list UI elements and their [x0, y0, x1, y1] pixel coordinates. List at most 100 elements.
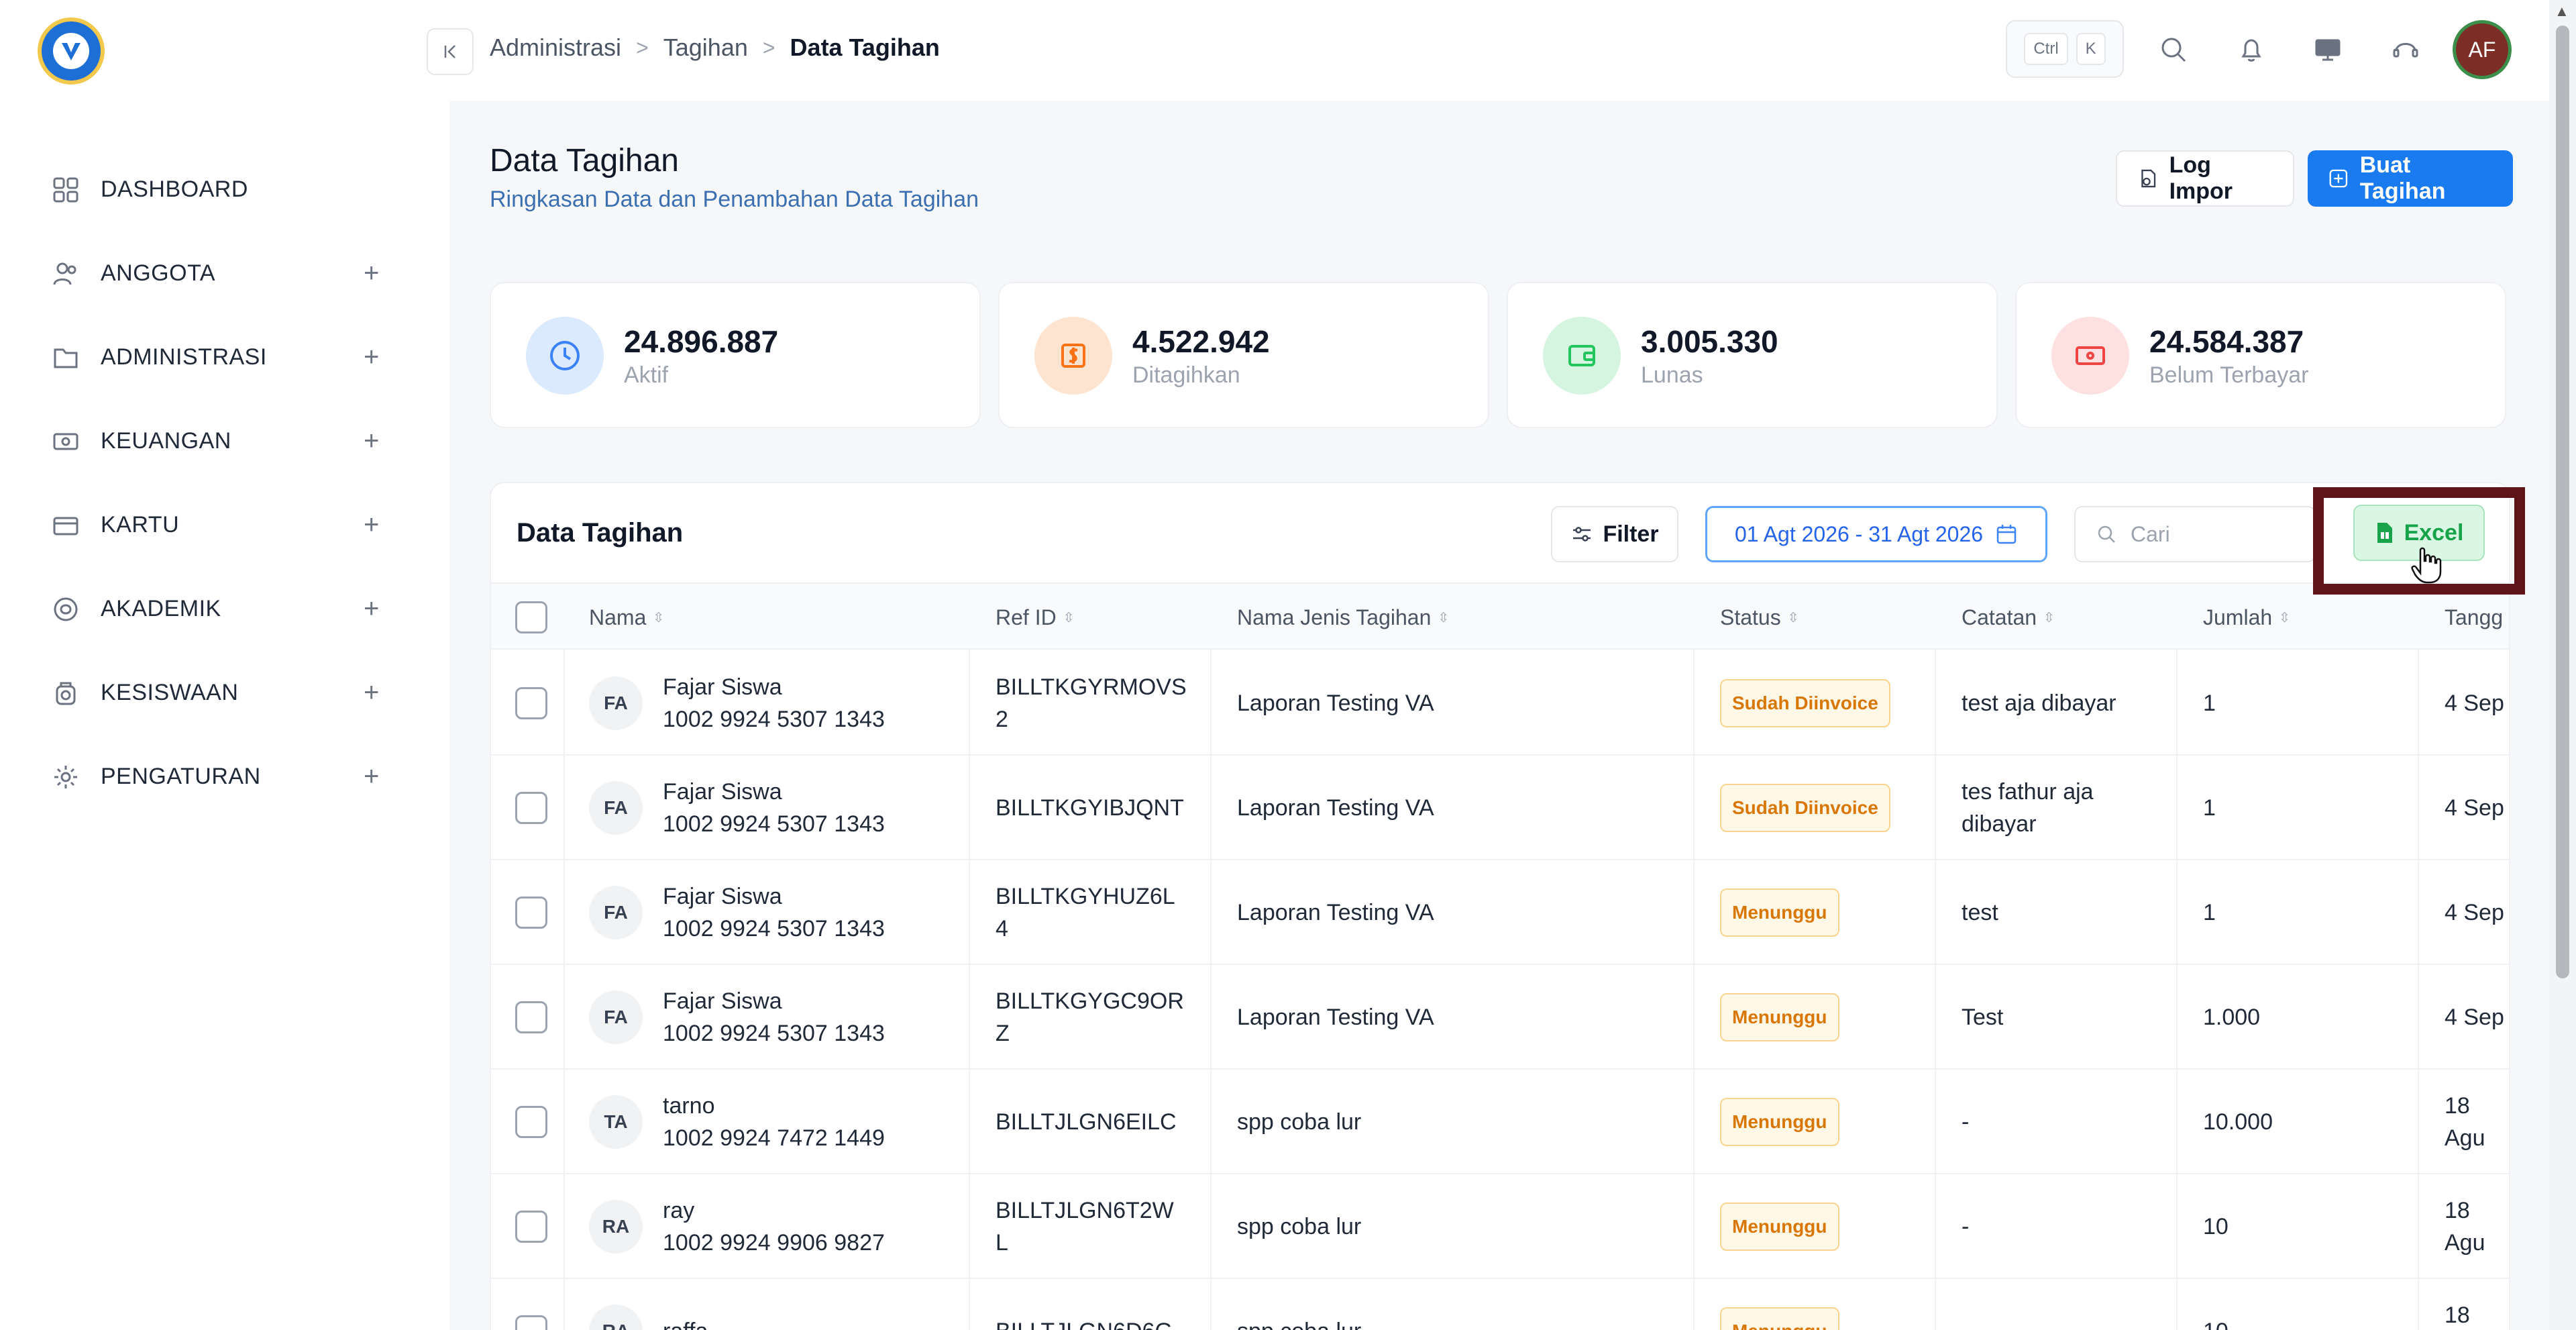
member-number: 1002 9924 7472 1449: [663, 1125, 885, 1151]
command-palette-shortcut[interactable]: Ctrl K: [2006, 20, 2124, 78]
expand-plus-icon[interactable]: +: [364, 678, 379, 708]
column-header-nama[interactable]: Nama ⇳: [589, 584, 664, 651]
amount-cell: 1: [2203, 795, 2216, 821]
table-row[interactable]: TA tarno 1002 9924 7472 1449 BILLTJLGN6EILC…: [491, 1070, 2509, 1174]
sort-icon: ⇳: [1787, 610, 1799, 625]
breadcrumb: Administrasi > Tagihan > Data Tagihan: [490, 34, 940, 62]
sort-icon: ⇳: [2043, 610, 2055, 625]
table-row[interactable]: FA Fajar Siswa 1002 9924 5307 1343 BILLTKGY…: [491, 756, 2509, 860]
amount-cell: 1: [2203, 900, 2216, 925]
gear-icon: [51, 762, 80, 792]
column-header-ref-id[interactable]: Ref ID ⇳: [996, 584, 1074, 651]
table-row[interactable]: RA ray 1002 9924 9906 9827 BILLTJLGN6T2W Lsp…: [491, 1174, 2509, 1279]
support-icon[interactable]: [2385, 30, 2426, 70]
expand-plus-icon[interactable]: +: [364, 342, 379, 372]
table-row[interactable]: FA Fajar Siswa 1002 9924 5307 1343 BILLTKGY…: [491, 651, 2509, 756]
expand-plus-icon[interactable]: +: [364, 258, 379, 289]
sidebar-item-dashboard[interactable]: DASHBOARD: [0, 148, 449, 232]
sidebar-item-kartu[interactable]: KARTU +: [0, 483, 449, 567]
ref-id-line1: BILLTKGYGC9OR: [996, 988, 1184, 1014]
expand-plus-icon[interactable]: +: [364, 510, 379, 540]
note-cell: tes fathur aja dibayar: [1962, 756, 2176, 860]
avatar: FA: [589, 781, 643, 835]
row-checkbox[interactable]: [515, 897, 547, 929]
expand-plus-icon[interactable]: +: [364, 426, 379, 456]
column-header-jenis-tagihan[interactable]: Nama Jenis Tagihan ⇳: [1237, 584, 1449, 651]
row-checkbox[interactable]: [515, 792, 547, 824]
expand-plus-icon[interactable]: +: [364, 594, 379, 624]
create-bill-label: Buat Tagihan: [2359, 152, 2446, 204]
breadcrumb-tagihan[interactable]: Tagihan: [663, 34, 748, 62]
row-checkbox[interactable]: [515, 687, 547, 719]
column-header-status[interactable]: Status ⇳: [1720, 584, 1799, 651]
search-icon[interactable]: [2153, 30, 2194, 70]
top-bar: Administrasi > Tagihan > Data Tagihan Ct…: [427, 0, 2549, 101]
ref-id-line1: BILLTJLGN6T2W: [996, 1198, 1174, 1223]
monitor-icon[interactable]: [2308, 30, 2348, 70]
row-checkbox-cell: [515, 756, 547, 860]
table-row[interactable]: FA Fajar Siswa 1002 9924 5307 1343 BILLTKGY…: [491, 965, 2509, 1070]
row-checkbox-cell: [515, 1279, 547, 1330]
bell-icon[interactable]: [2231, 30, 2271, 70]
bills-table-card: Data Tagihan Filter 01 Agt 2026 - 31 Agt…: [490, 482, 2510, 1330]
table-title: Data Tagihan: [517, 518, 684, 548]
name-cell: FA Fajar Siswa 1002 9924 5307 1343: [589, 860, 885, 965]
filter-button[interactable]: Filter: [1551, 506, 1678, 562]
name-cell: FA Fajar Siswa 1002 9924 5307 1343: [589, 651, 885, 756]
user-avatar[interactable]: AF: [2453, 20, 2512, 79]
name-block: ray 1002 9924 9906 9827: [663, 1194, 885, 1259]
school-logo[interactable]: [38, 17, 105, 85]
row-checkbox-cell: [515, 965, 547, 1070]
sidebar-item-administrasi[interactable]: ADMINISTRASI +: [0, 315, 449, 399]
avatar: FA: [589, 676, 643, 730]
folder-icon: [51, 343, 80, 372]
row-checkbox[interactable]: [515, 1211, 547, 1243]
avatar: FA: [589, 886, 643, 939]
excel-label: Excel: [2404, 519, 2464, 546]
sidebar-item-keuangan[interactable]: KEUANGAN +: [0, 399, 449, 483]
main-content: Data Tagihan Ringkasan Data dan Penambah…: [449, 101, 2549, 1330]
search-input[interactable]: Cari: [2074, 506, 2316, 562]
column-label: Jumlah: [2203, 605, 2273, 629]
expand-plus-icon[interactable]: +: [364, 762, 379, 792]
note-cell: -: [1962, 1279, 2176, 1330]
member-number: 1002 9924 5307 1343: [663, 707, 885, 732]
ref-id-line2: 4: [996, 916, 1008, 941]
card-icon: [51, 511, 80, 540]
select-all-checkbox[interactable]: [515, 584, 547, 651]
scrollbar-thumb[interactable]: [2556, 25, 2569, 978]
bill-type-cell: Laporan Testing VA: [1237, 900, 1434, 925]
sidebar-item-anggota[interactable]: ANGGOTA +: [0, 232, 449, 315]
row-checkbox[interactable]: [515, 1001, 547, 1033]
table-row[interactable]: FA Fajar Siswa 1002 9924 5307 1343 BILLTKGY…: [491, 860, 2509, 965]
sidebar-item-kesiswaan[interactable]: KESISWAAN +: [0, 651, 449, 735]
status-badge: Menunggu: [1720, 1307, 1839, 1330]
member-name: raffa: [663, 1315, 708, 1330]
scroll-up-icon[interactable]: ▲: [2555, 3, 2569, 20]
page-scrollbar[interactable]: ▲: [2549, 0, 2576, 1330]
sidebar-item-pengaturan[interactable]: PENGATURAN +: [0, 735, 449, 819]
table-row[interactable]: RA raffa BILLTJLGN6D6G spp coba lur Menunggu…: [491, 1279, 2509, 1330]
column-header-jumlah[interactable]: Jumlah ⇳: [2203, 584, 2290, 651]
create-bill-button[interactable]: Buat Tagihan: [2308, 150, 2513, 207]
date-range-picker[interactable]: 01 Agt 2026 - 31 Agt 2026: [1705, 506, 2047, 562]
row-checkbox[interactable]: [515, 1106, 547, 1138]
checkbox[interactable]: [515, 601, 547, 633]
breadcrumb-separator: >: [636, 35, 649, 60]
avatar: TA: [589, 1095, 643, 1149]
member-number: 1002 9924 9906 9827: [663, 1230, 885, 1256]
row-checkbox[interactable]: [515, 1315, 547, 1330]
status-cell: Menunggu: [1720, 1070, 1839, 1174]
ref-id-cell: BILLTJLGN6D6G: [996, 1279, 1197, 1330]
row-checkbox-cell: [515, 1174, 547, 1279]
collapse-sidebar-button[interactable]: [427, 28, 474, 75]
stat-card-lunas: 3.005.330 Lunas: [1507, 282, 1998, 428]
sidebar-item-akademik[interactable]: AKADEMIK +: [0, 567, 449, 651]
log-import-button[interactable]: Log Impor: [2116, 150, 2294, 207]
column-header-catatan[interactable]: Catatan ⇳: [1962, 584, 2055, 651]
stat-caption: Ditagihkan: [1132, 362, 1240, 388]
breadcrumb-administrasi[interactable]: Administrasi: [490, 34, 621, 62]
ref-id-line2: 2: [996, 707, 1008, 732]
sort-icon: ⇳: [653, 610, 665, 625]
ref-id-cell: BILLTKGYRMOVS 2: [996, 651, 1197, 756]
